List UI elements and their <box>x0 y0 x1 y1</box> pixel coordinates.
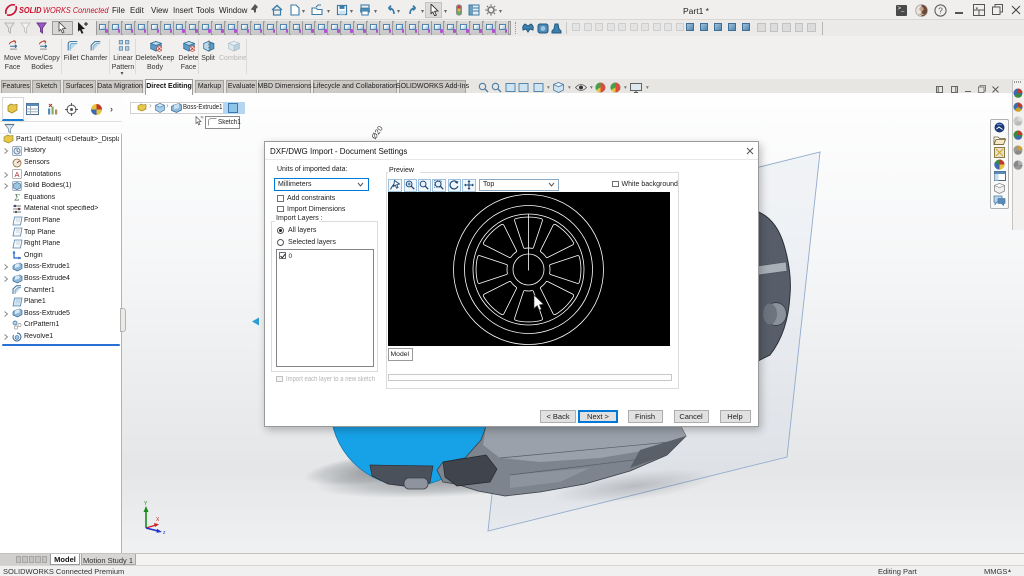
svg-text:?: ? <box>938 5 943 15</box>
svg-text:z: z <box>163 530 166 534</box>
svg-text:Σ: Σ <box>13 193 20 203</box>
svg-text:X: X <box>156 517 160 523</box>
svg-text:A: A <box>14 170 19 179</box>
svg-text:Y: Y <box>144 501 148 507</box>
